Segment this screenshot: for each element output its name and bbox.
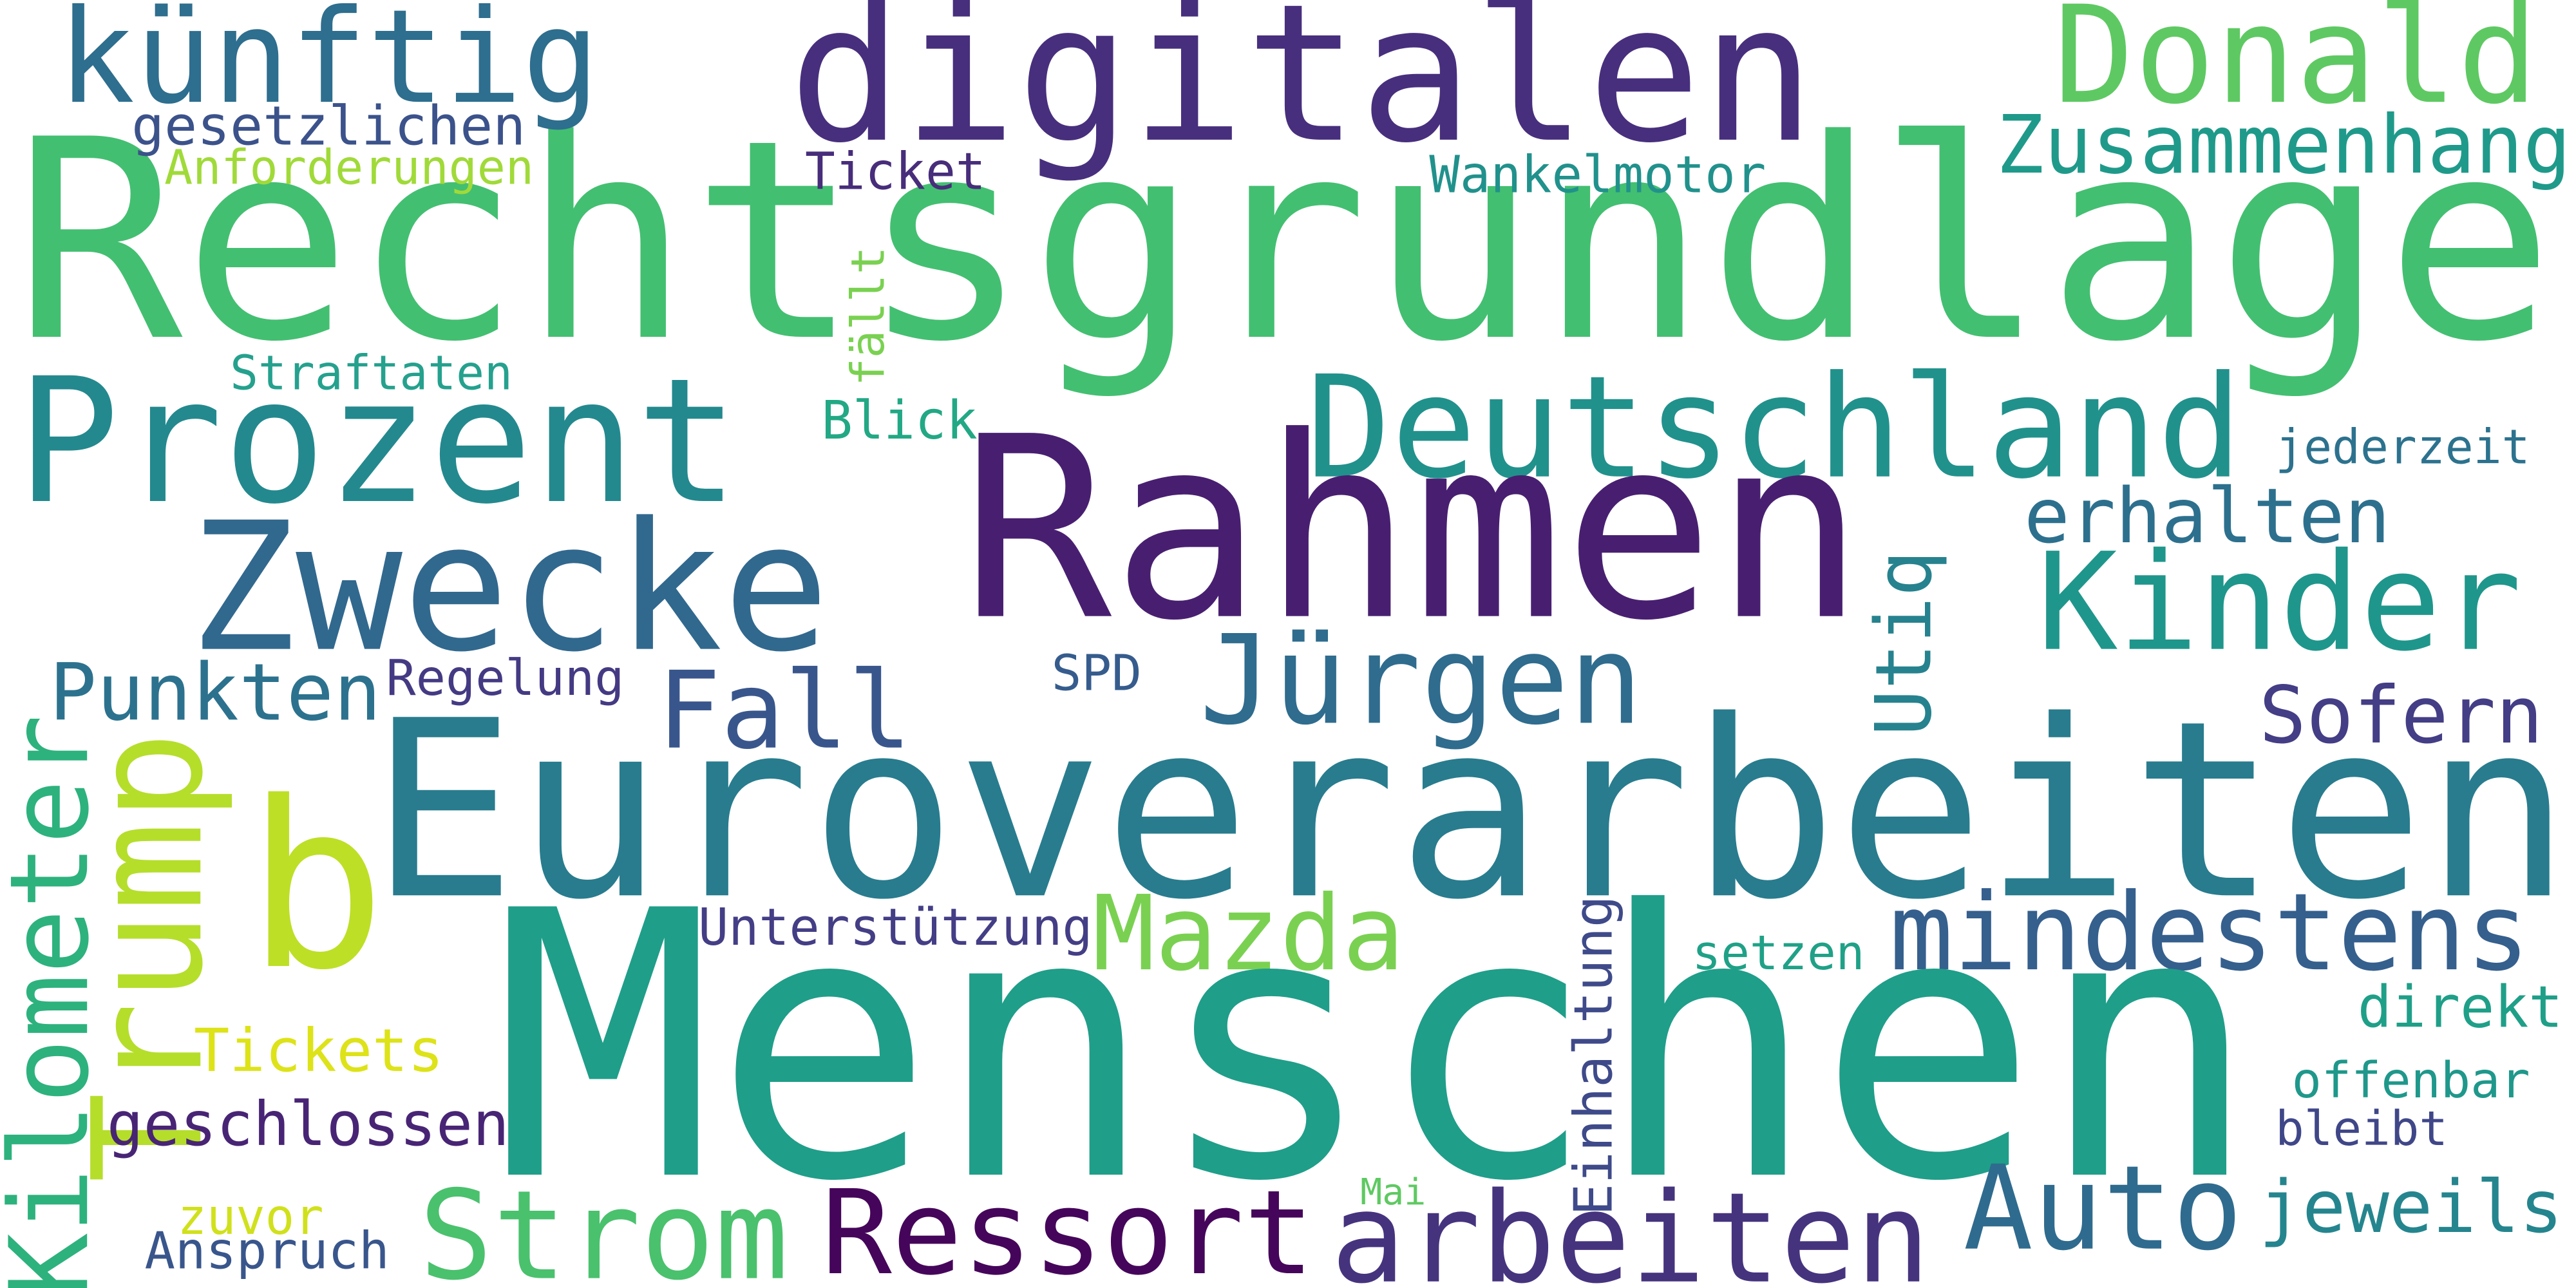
word: Auto (1963, 1141, 2242, 1276)
word-cloud: Rechtsgrundlage digitalen künftig Donald… (0, 0, 2576, 1288)
word: arbeiten (1331, 1166, 1930, 1288)
word: jederzeit (2275, 419, 2530, 475)
word: Strom (419, 1164, 789, 1288)
word: Ressort (822, 1165, 1314, 1288)
word: fällt (841, 247, 895, 386)
word: Zusammenhang (1996, 99, 2571, 192)
word: bleibt (2275, 1101, 2448, 1157)
word: Tickets (194, 1016, 444, 1085)
word: Kilometer (0, 715, 113, 1288)
word: b (247, 753, 386, 1021)
word: jeweils (2259, 1166, 2563, 1249)
word: Ticket (805, 142, 986, 201)
word: Anspruch (144, 1221, 389, 1280)
word: Blick (822, 390, 978, 451)
word: direkt (2358, 974, 2563, 1041)
word: Anforderungen (164, 140, 534, 196)
word: Wankelmotor (1429, 145, 1766, 204)
word: geschlossen (107, 1089, 509, 1160)
word: Kinder (2037, 525, 2522, 681)
